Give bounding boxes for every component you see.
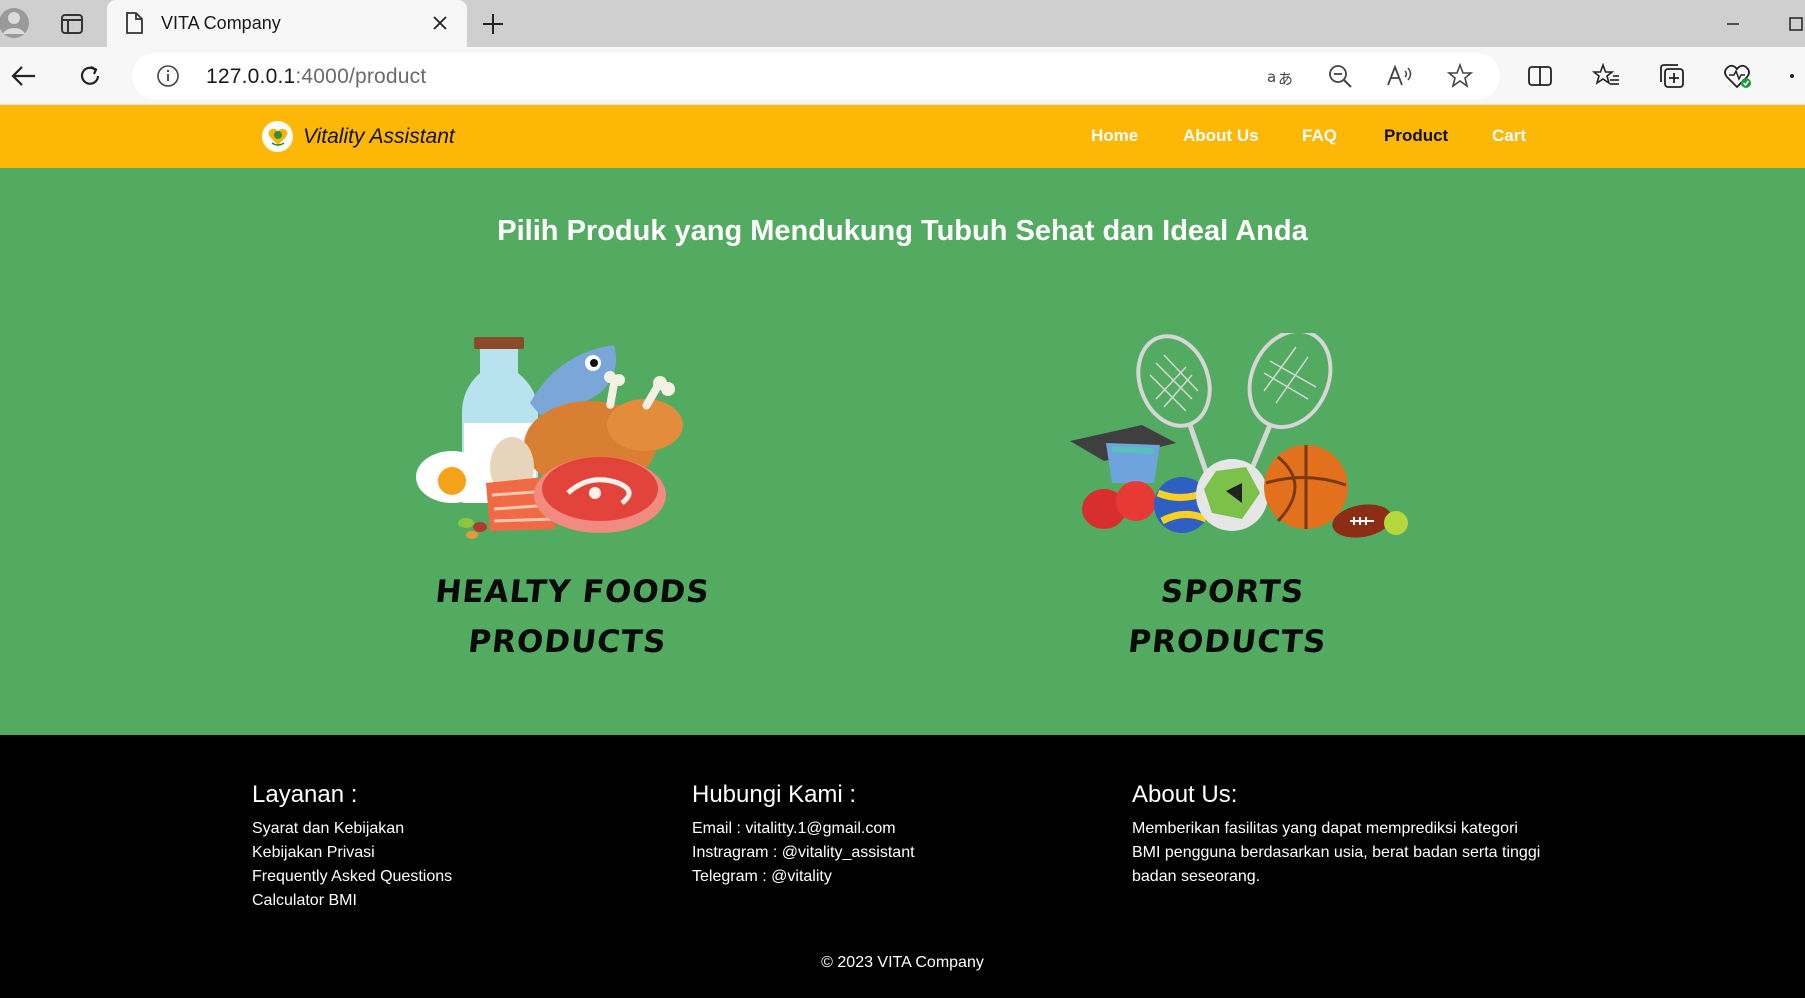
nav-links: Home About Us FAQ Product Cart bbox=[0, 126, 1805, 148]
nav-link-about-us[interactable]: About Us bbox=[1183, 126, 1259, 146]
read-aloud-icon[interactable] bbox=[1386, 62, 1414, 90]
footer-telegram: Telegram : @vitality bbox=[692, 868, 832, 885]
footer-about-line: Memberikan fasilitas yang dapat mempredi… bbox=[1132, 820, 1518, 837]
healthy-foods-label: HEALTY FOODS PRODUCTS bbox=[385, 567, 756, 667]
footer-email: Email : vitalitty.1@gmail.com bbox=[692, 820, 896, 837]
sports-image bbox=[1050, 328, 1410, 559]
nav-link-home[interactable]: Home bbox=[1091, 126, 1138, 146]
footer-link-faq[interactable]: Frequently Asked Questions bbox=[252, 865, 452, 889]
back-icon[interactable] bbox=[6, 58, 42, 94]
maximize-icon[interactable] bbox=[1780, 12, 1805, 37]
close-icon[interactable] bbox=[429, 12, 451, 34]
sports-label: SPORTS PRODUCTS bbox=[1045, 567, 1416, 667]
url-text[interactable]: 127.0.0.1:4000/product bbox=[206, 65, 426, 89]
healthy-foods-product-card[interactable]: HEALTY FOODS PRODUCTS bbox=[390, 333, 750, 673]
sports-label-line2: PRODUCTS bbox=[1126, 624, 1329, 660]
product-hero: Pilih Produk yang Mendukung Tubuh Sehat … bbox=[0, 168, 1805, 735]
new-tab-icon[interactable] bbox=[478, 9, 508, 39]
more-icon[interactable] bbox=[1778, 58, 1805, 94]
healthy-foods-image bbox=[390, 333, 750, 559]
tab-title: VITA Company bbox=[161, 13, 281, 33]
footer-hubungi-title: Hubungi Kami : bbox=[692, 781, 857, 808]
page-title: Pilih Produk yang Mendukung Tubuh Sehat … bbox=[497, 215, 1308, 247]
nav-link-product[interactable]: Product bbox=[1384, 126, 1448, 146]
footer-about-line: badan seseorang. bbox=[1132, 868, 1261, 885]
profile-icon[interactable] bbox=[0, 6, 34, 40]
browser-tab-bar: VITA Company bbox=[0, 0, 1805, 47]
footer-layanan: Layanan : Syarat dan Kebijakan Kebijakan… bbox=[252, 781, 452, 913]
minimize-icon[interactable] bbox=[1718, 9, 1748, 39]
nav-link-faq[interactable]: FAQ bbox=[1302, 126, 1337, 146]
browser-toolbar: 127.0.0.1:4000/product aあ bbox=[0, 47, 1805, 105]
footer-layanan-title: Layanan : bbox=[252, 781, 358, 808]
footer-link-privasi[interactable]: Kebijakan Privasi bbox=[252, 841, 452, 865]
favorites-icon[interactable] bbox=[1588, 58, 1624, 94]
page-icon bbox=[125, 12, 143, 34]
footer-link-calculator-bmi[interactable]: Calculator BMI bbox=[252, 889, 452, 913]
address-bar[interactable]: 127.0.0.1:4000/product aあ bbox=[132, 53, 1500, 99]
split-screen-icon[interactable] bbox=[1522, 58, 1558, 94]
url-host: 127.0.0.1 bbox=[206, 65, 296, 88]
svg-text:あ: あ bbox=[1278, 70, 1293, 88]
svg-text:a: a bbox=[1267, 68, 1276, 86]
footer-about-title: About Us: bbox=[1132, 781, 1238, 808]
sports-product-card[interactable]: SPORTS PRODUCTS bbox=[1050, 328, 1410, 673]
web-page: Vitality Assistant Home About Us FAQ Pro… bbox=[0, 105, 1805, 998]
footer-about: About Us: Memberikan fasilitas yang dapa… bbox=[1132, 781, 1540, 889]
tab-actions-icon[interactable] bbox=[54, 9, 90, 39]
footer-about-line: BMI pengguna berdasarkan usia, berat bad… bbox=[1132, 844, 1541, 861]
collections-icon[interactable] bbox=[1654, 58, 1690, 94]
healthy-foods-label-line1: HEALTY FOODS bbox=[433, 574, 712, 610]
site-info-icon[interactable] bbox=[156, 64, 180, 88]
browser-tab[interactable]: VITA Company bbox=[107, 0, 467, 47]
refresh-icon[interactable] bbox=[72, 58, 108, 94]
zoom-out-icon[interactable] bbox=[1326, 62, 1354, 90]
site-footer: Layanan : Syarat dan Kebijakan Kebijakan… bbox=[0, 735, 1805, 998]
nav-link-cart[interactable]: Cart bbox=[1492, 126, 1526, 146]
footer-instagram: Instragram : @vitality_assistant bbox=[692, 844, 915, 861]
healthy-foods-label-line2: PRODUCTS bbox=[466, 624, 669, 660]
site-navbar: Vitality Assistant Home About Us FAQ Pro… bbox=[0, 105, 1805, 168]
favorite-star-icon[interactable] bbox=[1446, 62, 1474, 90]
footer-hubungi: Hubungi Kami : Email : vitalitty.1@gmail… bbox=[692, 781, 915, 889]
footer-link-syarat[interactable]: Syarat dan Kebijakan bbox=[252, 817, 452, 841]
copyright: © 2023 VITA Company bbox=[821, 954, 984, 971]
sports-label-line1: SPORTS bbox=[1159, 574, 1307, 610]
translate-icon[interactable]: aあ bbox=[1266, 62, 1294, 90]
browser-essentials-icon[interactable] bbox=[1720, 58, 1756, 94]
url-path: :4000/product bbox=[295, 65, 427, 88]
